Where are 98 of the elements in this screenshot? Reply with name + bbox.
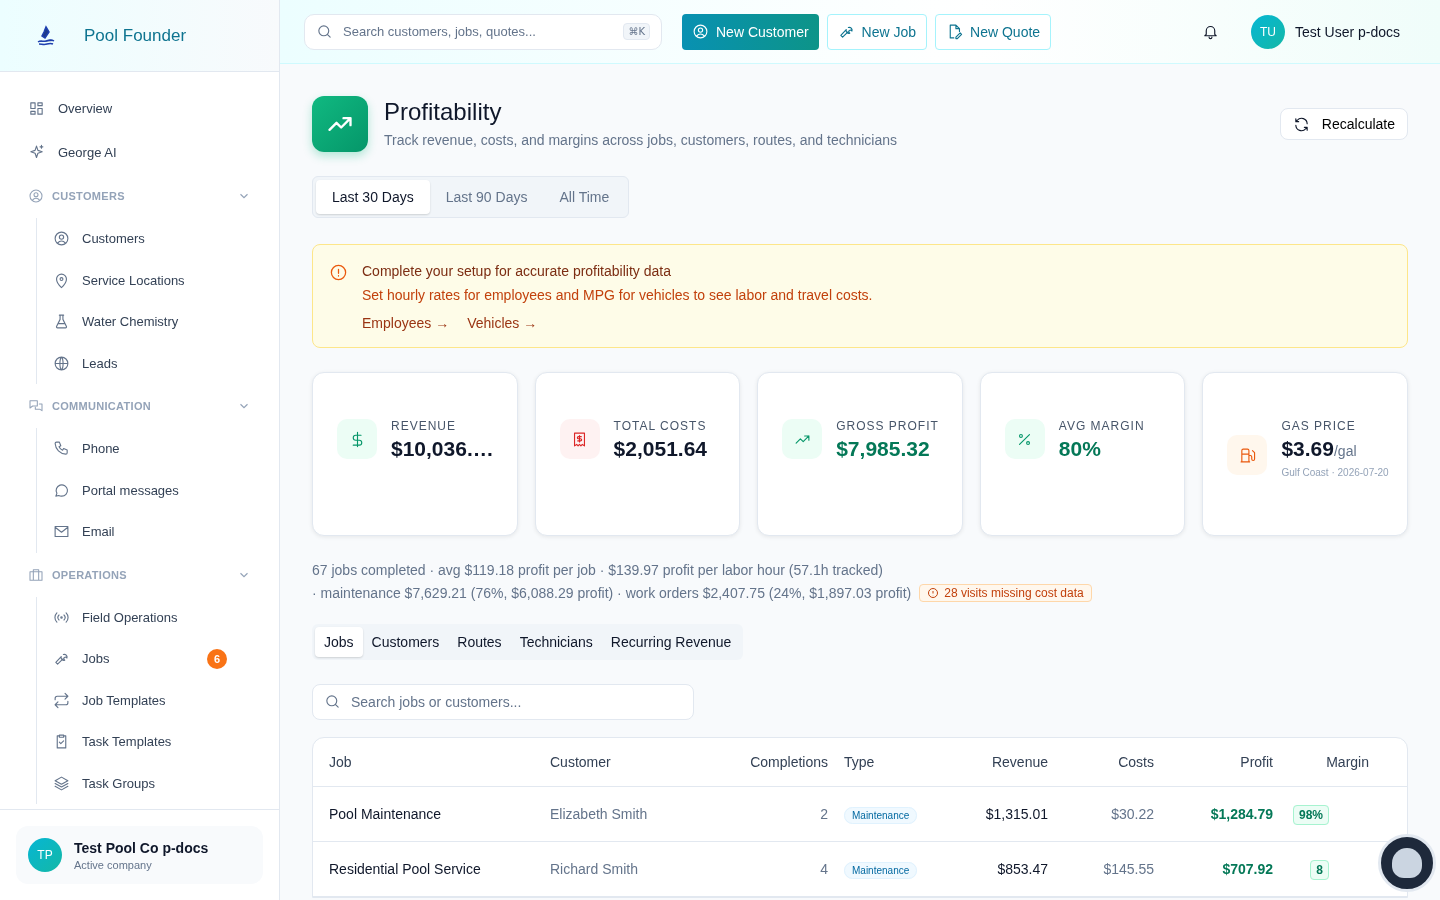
map-pin-icon (53, 271, 70, 289)
trend-up-icon (782, 419, 823, 459)
table-cell-text: Elizabeth Smith (550, 806, 649, 822)
receipt-icon (559, 419, 600, 459)
briefcase-icon (28, 566, 44, 583)
warning-badge: 28 visits missing cost data (919, 584, 1092, 602)
sidebar-item[interactable]: Leads (53, 342, 279, 384)
sidebar-item[interactable]: Phone (53, 428, 279, 470)
refresh-icon (1292, 115, 1310, 133)
column-header: Costs (1117, 754, 1154, 770)
company-subtitle: Active company (74, 858, 153, 871)
stat-note: Gulf Coast · 2026-07-20 (1281, 466, 1389, 480)
column-header: Job (329, 754, 353, 770)
repeat-icon (53, 691, 70, 709)
alert-link[interactable]: Vehicles → (467, 315, 538, 331)
alert-link[interactable]: Employees → (362, 315, 450, 331)
search-field[interactable]: Search jobs or customers... (312, 684, 694, 720)
table-cell-text: $1,284.79 (1209, 806, 1273, 822)
sidebar-item[interactable]: Task Groups (53, 762, 279, 804)
stat-value: $3.69/gal (1281, 437, 1358, 461)
sparkle-icon (28, 143, 45, 161)
column-header: Type (843, 754, 876, 770)
stat-label: GAS PRICE (1281, 419, 1357, 433)
tab[interactable]: Recurring Revenue (601, 627, 741, 657)
stat-value: 80% (1058, 437, 1102, 461)
stat-label: AVG MARGIN (1058, 419, 1145, 433)
column-header: Customer (550, 754, 612, 770)
column-header: Margin (1325, 754, 1369, 770)
table-cell-text: $707.92 (1221, 861, 1273, 877)
app-name: Pool Founder (84, 25, 187, 46)
stat-value: $7,985.32 (836, 437, 931, 461)
stat-label: REVENUE (391, 419, 457, 433)
sidebar-item[interactable]: Job Templates (53, 679, 279, 721)
tab[interactable]: Customers (362, 627, 449, 657)
alert-title: Complete your setup for accurate profitability data (362, 263, 672, 279)
action-button[interactable]: New Job (826, 13, 928, 50)
column-header: Revenue (990, 754, 1048, 770)
alert-message: Set hourly rates for employees and MPG for vehicles to see labor and travel costs. (362, 287, 873, 303)
dollar-icon (337, 419, 377, 459)
sidebar-item[interactable]: Jobs 6 (53, 638, 279, 680)
chat-icon (28, 398, 44, 414)
globe-icon (53, 354, 70, 372)
sidebar-item[interactable]: George AI (28, 130, 279, 174)
sidebar-item[interactable]: Service Locations (53, 259, 279, 301)
column-header: Completions (749, 754, 828, 770)
company-avatar: TP (28, 838, 62, 872)
recalculate-button[interactable]: Recalculate (1279, 108, 1408, 140)
action-button[interactable]: New Quote (935, 13, 1052, 50)
count-badge: 6 (207, 648, 227, 669)
stat-label: TOTAL COSTS (613, 419, 708, 433)
table-cell-text: $145.55 (1102, 861, 1154, 877)
stat-label: GROSS PROFIT (836, 419, 939, 433)
stat-value: $2,051.64 (613, 437, 708, 461)
summary-text: · maintenance $7,629.21 (76%, $6,088.29 profit) · work orders $2,407.75 (24%, $1,897.03 profit) (312, 585, 912, 601)
sidebar-item[interactable]: Overview (28, 86, 279, 130)
table-cell-text: Pool Maintenance (329, 806, 443, 822)
table-cell-text: Richard Smith (550, 861, 639, 877)
tab[interactable]: Routes (448, 627, 511, 657)
table-cell-text: $853.47 (996, 861, 1048, 877)
type-tag: Maintenance (844, 807, 918, 824)
sidebar-item[interactable]: Email (53, 511, 279, 553)
tab[interactable]: Jobs (315, 627, 363, 657)
sidebar-item[interactable]: Customers (53, 218, 279, 260)
alert-icon (329, 263, 348, 282)
period-tab[interactable]: All Time (543, 180, 626, 214)
page-title: Profitability (384, 98, 503, 126)
page-subtitle: Track revenue, costs, and margins across jobs, customers, routes, and technicians (384, 132, 899, 148)
percent-icon (1004, 419, 1045, 459)
table-cell-text: $1,315.01 (984, 806, 1048, 822)
user-name[interactable]: Test User p-docs (1294, 23, 1400, 40)
phone-icon (53, 440, 70, 458)
margin-tag: 98% (1292, 805, 1329, 825)
margin-tag: 8 (1310, 860, 1329, 880)
sidebar-item[interactable]: Water Chemistry (53, 301, 279, 343)
bell-icon[interactable] (1201, 23, 1219, 40)
sidebar-item[interactable]: Field Operations (53, 596, 279, 638)
period-tab[interactable]: Last 30 Days (316, 180, 430, 214)
type-tag: Maintenance (844, 862, 918, 879)
layers-icon (53, 774, 70, 792)
action-button[interactable]: New Customer (682, 13, 819, 50)
company-name: Test Pool Co p-docs (74, 839, 209, 856)
table-cell-text: 4 (819, 861, 828, 877)
grid-icon (28, 99, 45, 117)
table-cell-text: $30.22 (1110, 806, 1154, 822)
trend-up-icon (312, 96, 368, 152)
flask-icon (53, 313, 70, 331)
period-tab[interactable]: Last 90 Days (429, 180, 544, 214)
sidebar-item[interactable]: Portal messages (53, 469, 279, 511)
company-switcher[interactable]: TP Test Pool Co p-docs Active company (16, 826, 263, 884)
column-header: Profit (1239, 754, 1273, 770)
stat-value: $10,036.… (391, 437, 494, 461)
table-cell-text: 2 (819, 806, 828, 822)
chat-bubble-icon (53, 481, 70, 499)
summary-text: 67 jobs completed · avg $119.18 profit per job · $139.97 profit per labor hour (57.1h tracked) (312, 562, 884, 578)
sidebar-item[interactable]: Task Templates (53, 721, 279, 763)
table-cell-text: Residential Pool Service (329, 861, 482, 877)
tab[interactable]: Technicians (510, 627, 602, 657)
fuel-pump-icon (1227, 435, 1268, 475)
